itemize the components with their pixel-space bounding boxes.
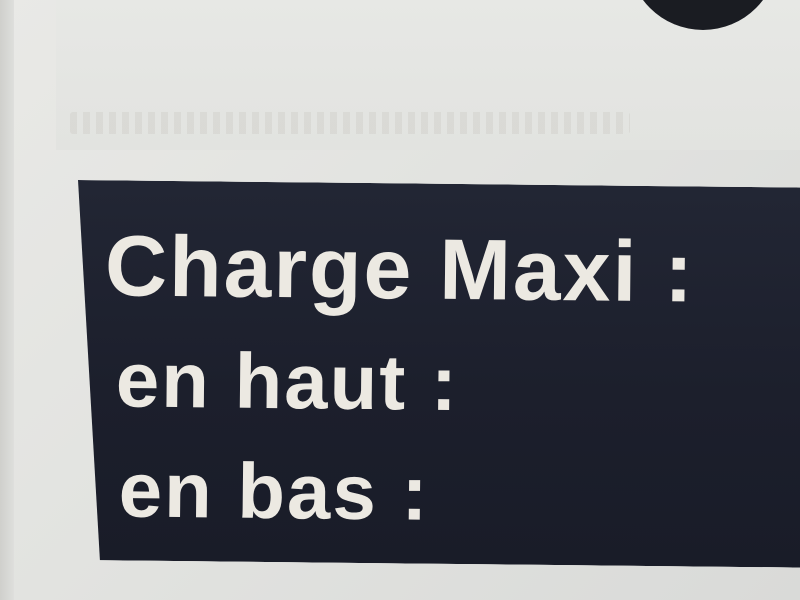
- sticker-residue: [70, 112, 630, 134]
- max-load-label: Charge Maxi :: [104, 218, 696, 321]
- top-load-label: en haut :: [115, 335, 460, 427]
- load-label-panel: Charge Maxi : en haut : en bas :: [74, 180, 800, 568]
- board-edge: [0, 0, 14, 600]
- bottom-load-label: en bas :: [118, 445, 430, 537]
